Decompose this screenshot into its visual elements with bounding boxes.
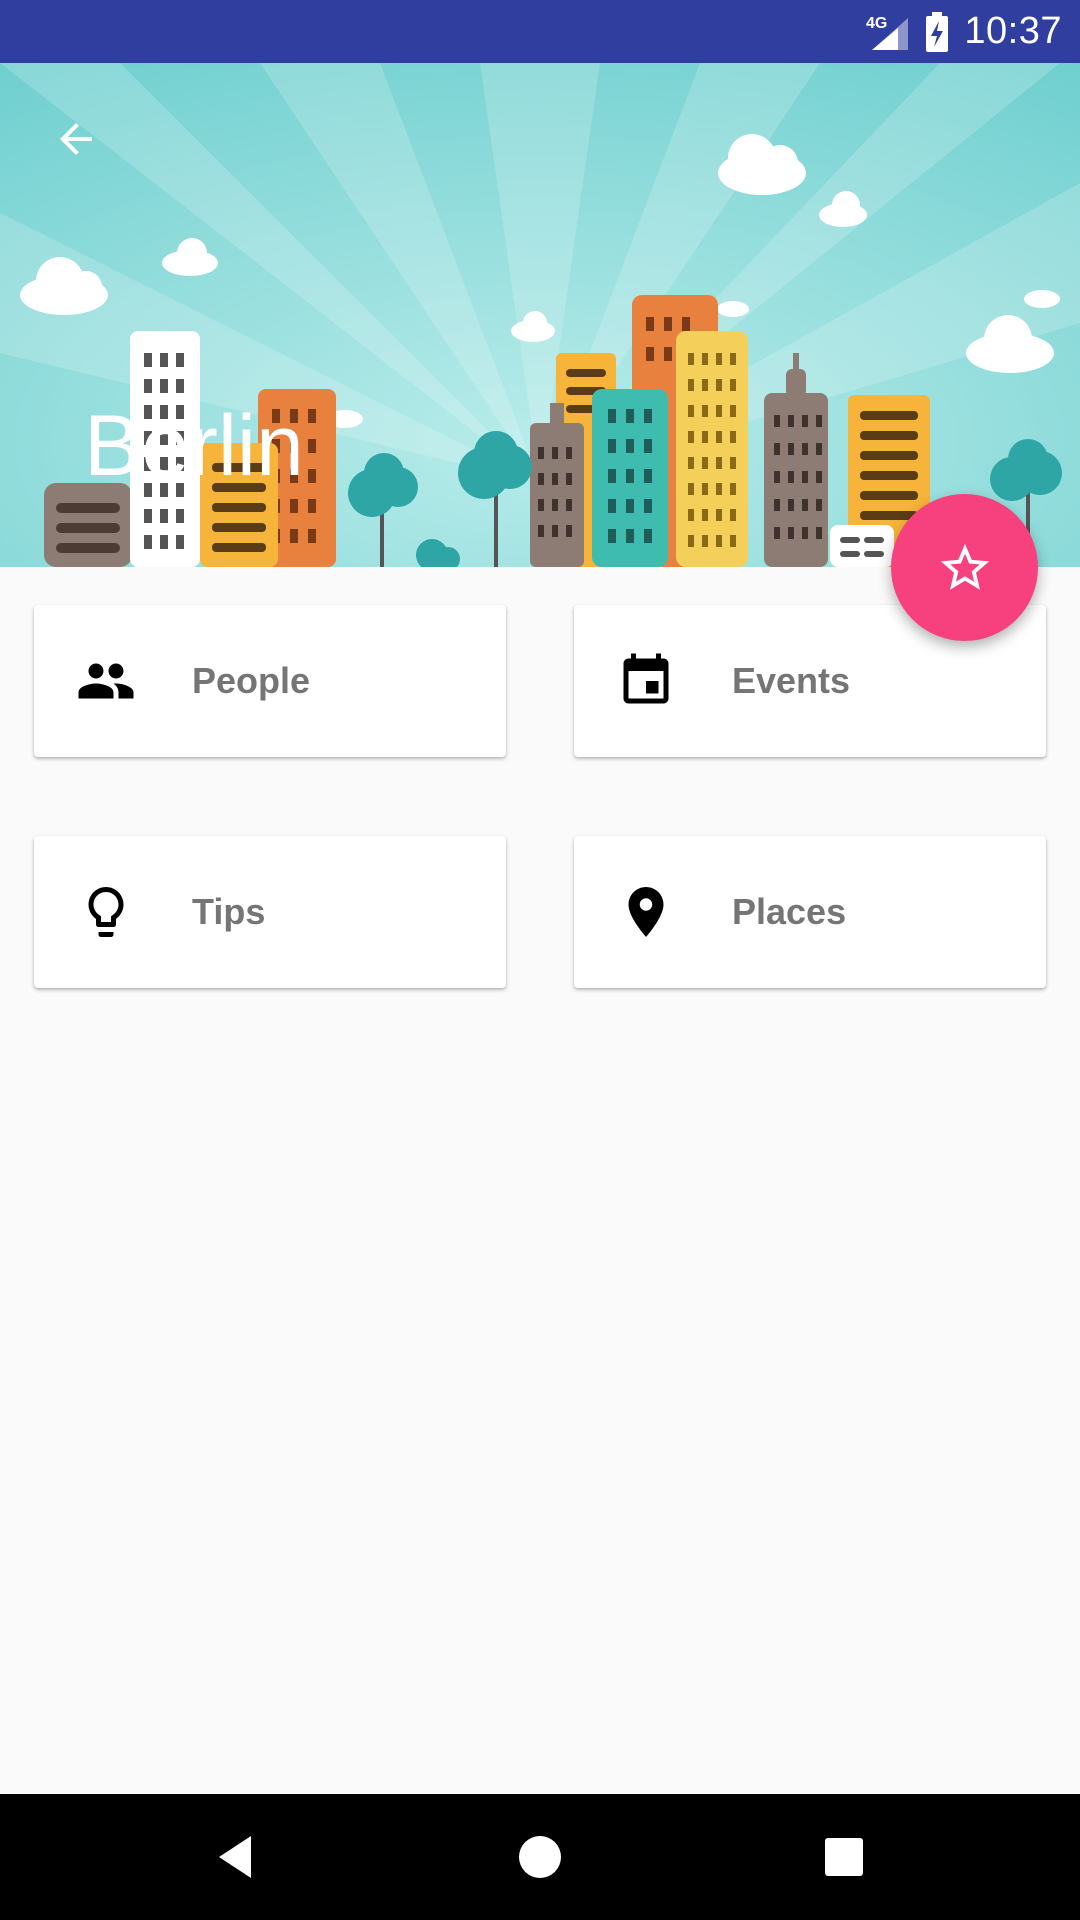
circle-home-icon bbox=[519, 1836, 561, 1878]
people-icon bbox=[78, 663, 134, 699]
page-title: Berlin bbox=[84, 398, 304, 494]
card-label: Tips bbox=[192, 891, 266, 932]
status-bar: 4G 10:37 bbox=[0, 0, 1080, 63]
system-nav-bar bbox=[0, 1794, 1080, 1920]
back-button[interactable] bbox=[40, 103, 112, 175]
event-icon bbox=[623, 653, 669, 704]
card-label: People bbox=[192, 660, 311, 701]
star-outline-icon bbox=[940, 543, 989, 590]
header-image: Berlin bbox=[0, 63, 1080, 567]
favorite-fab[interactable] bbox=[891, 494, 1038, 641]
square-recents-icon bbox=[825, 1838, 863, 1876]
nav-home-button[interactable] bbox=[500, 1817, 580, 1897]
status-time: 10:37 bbox=[964, 10, 1062, 52]
network-type: 4G bbox=[866, 15, 887, 32]
signal-icon: 4G bbox=[866, 15, 909, 50]
lightbulb-icon bbox=[88, 887, 124, 937]
arrow-back-icon bbox=[60, 123, 92, 155]
nav-recents-button[interactable] bbox=[804, 1817, 884, 1897]
card-label: Events bbox=[732, 660, 851, 701]
card-places[interactable]: Places bbox=[574, 836, 1046, 988]
place-icon bbox=[628, 887, 664, 937]
nav-back-button[interactable] bbox=[196, 1817, 276, 1897]
card-label: Places bbox=[732, 891, 847, 932]
battery-charging-icon bbox=[926, 11, 949, 52]
card-people[interactable]: People bbox=[34, 605, 506, 757]
triangle-back-icon bbox=[219, 1836, 251, 1878]
card-tips[interactable]: Tips bbox=[34, 836, 506, 988]
